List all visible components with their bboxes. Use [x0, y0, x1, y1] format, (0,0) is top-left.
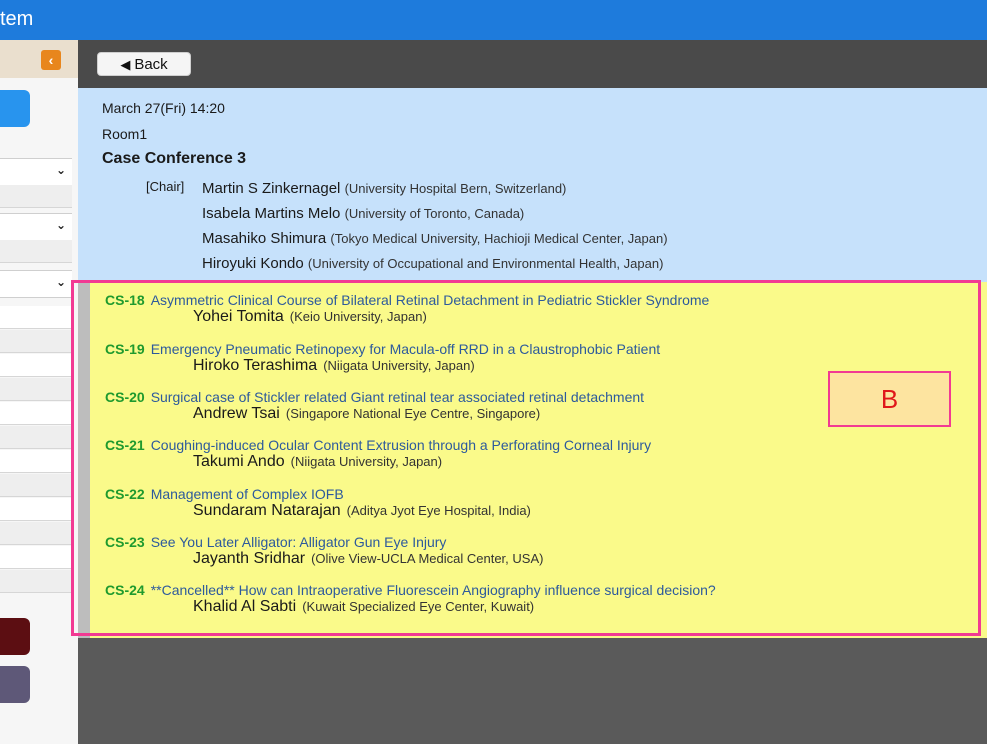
sidebar-row	[0, 378, 72, 401]
app-header: tem	[0, 0, 987, 40]
sidebar-field[interactable]	[0, 354, 72, 377]
chevron-down-icon: ⌄	[55, 163, 66, 177]
chair-tag: [Chair]	[146, 179, 185, 194]
chair-affiliation: (University of Occupational and Environm…	[307, 256, 664, 271]
sidebar-purple-button[interactable]	[0, 666, 30, 703]
chair-affiliation: (University Hospital Bern, Switzerland)	[344, 181, 567, 196]
sidebar: ‹ ⌄ ⌄ ⌄	[0, 40, 78, 744]
sidebar-select-1[interactable]: ⌄	[0, 158, 72, 186]
chair-entry: Martin S Zinkernagel (University Hospita…	[202, 180, 566, 197]
sidebar-row	[0, 330, 72, 353]
back-button[interactable]: ◀ Back	[97, 52, 191, 76]
sidebar-field[interactable]	[0, 498, 72, 521]
sidebar-primary-button[interactable]	[0, 90, 30, 127]
sidebar-field[interactable]	[0, 306, 72, 329]
sidebar-field[interactable]	[0, 402, 72, 425]
session-room: Room1	[102, 126, 148, 142]
highlight-frame	[71, 280, 981, 636]
chair-entry: Isabela Martins Melo (University of Toro…	[202, 205, 524, 222]
sidebar-row	[0, 474, 72, 497]
chair-name: Masahiko Shimura	[202, 230, 327, 247]
sidebar-header: ‹	[0, 40, 78, 78]
chair-affiliation: (University of Toronto, Canada)	[344, 206, 525, 221]
chair-name: Martin S Zinkernagel	[202, 180, 341, 197]
presentations-list: CS-18 Asymmetric Clinical Course of Bilat…	[71, 280, 987, 638]
chair-entry: Hiroyuki Kondo (University of Occupation…	[202, 255, 663, 272]
chevron-down-icon: ⌄	[55, 275, 66, 289]
session-title: Case Conference 3	[102, 150, 247, 167]
sidebar-row	[0, 522, 72, 545]
sidebar-field[interactable]	[0, 450, 72, 473]
session-datetime: March 27(Fri) 14:20	[102, 100, 225, 116]
chevron-down-icon: ⌄	[55, 218, 66, 232]
main-content: ◀ Back March 27(Fri) 14:20 Room1 Case Con…	[71, 40, 987, 744]
annotation-label: B	[828, 371, 951, 427]
sidebar-collapse-icon[interactable]: ‹	[41, 50, 61, 70]
chair-affiliation: (Tokyo Medical University, Hachioji Medi…	[330, 231, 668, 246]
sidebar-select-3[interactable]: ⌄	[0, 270, 72, 298]
sidebar-row	[0, 426, 72, 449]
chair-name: Hiroyuki Kondo	[202, 255, 304, 272]
chair-entry: Masahiko Shimura (Tokyo Medical Universi…	[202, 230, 668, 247]
back-button-label: Back	[134, 56, 168, 73]
sidebar-field[interactable]	[0, 546, 72, 569]
chair-name: Isabela Martins Melo	[202, 205, 341, 222]
sidebar-row	[0, 570, 72, 593]
sidebar-dark-red-button[interactable]	[0, 618, 30, 655]
sidebar-row	[0, 240, 72, 263]
sidebar-row	[0, 185, 72, 208]
app-title: tem	[0, 8, 34, 30]
toolbar: ◀ Back	[78, 40, 987, 88]
back-arrow-icon: ◀	[120, 57, 131, 72]
sidebar-select-2[interactable]: ⌄	[0, 213, 72, 241]
